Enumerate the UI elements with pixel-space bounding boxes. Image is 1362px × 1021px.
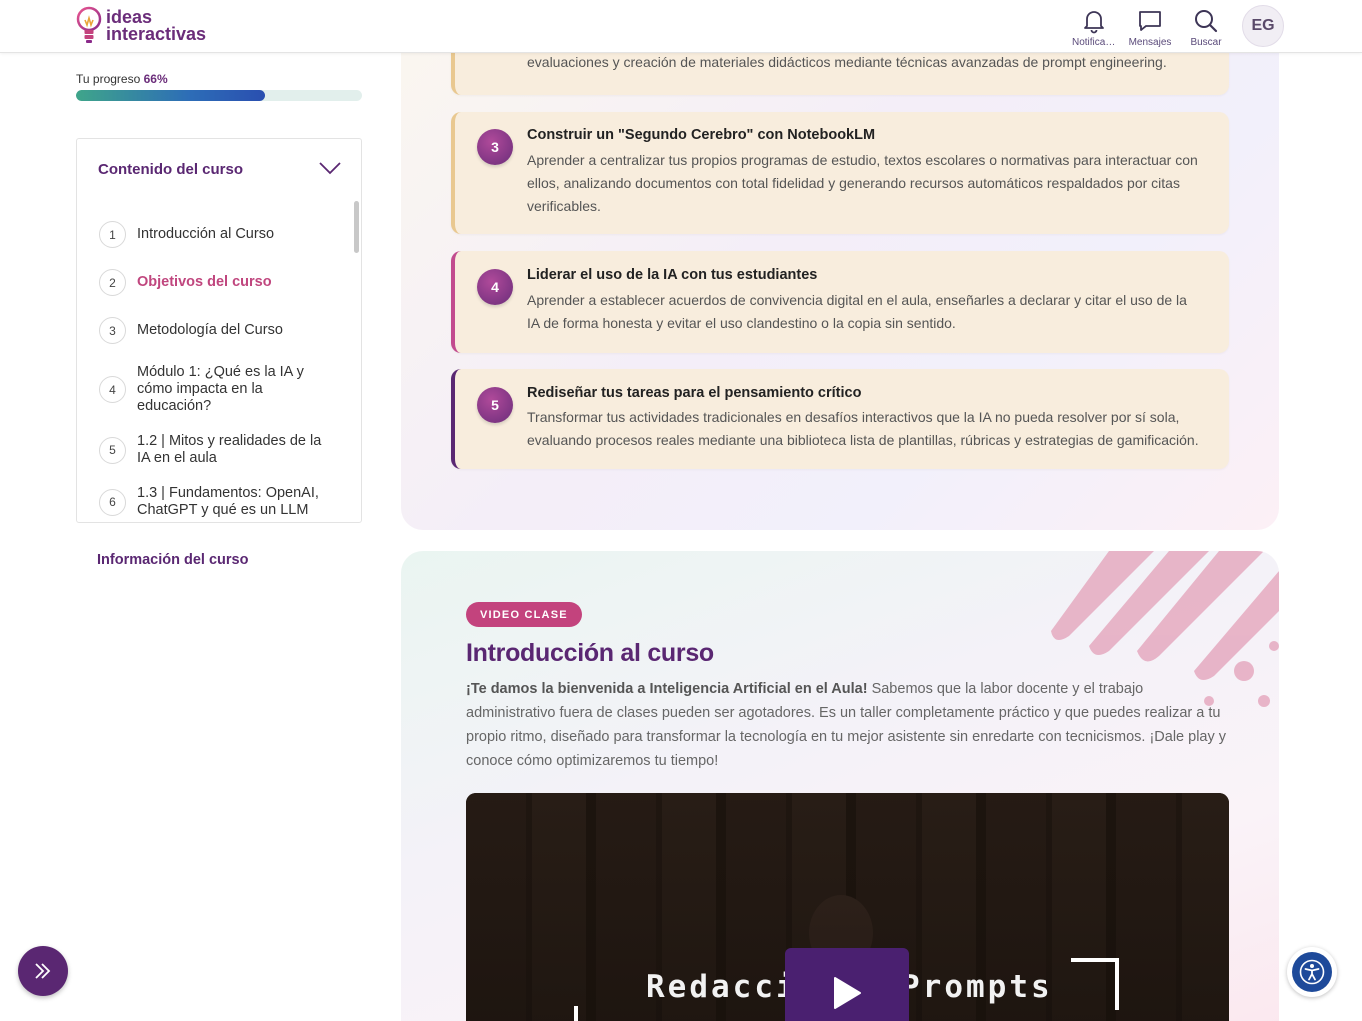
- course-content-heading[interactable]: Contenido del curso: [98, 161, 243, 178]
- video-title-text-right: Prompts: [901, 969, 1053, 1005]
- accessibility-icon: [1299, 959, 1325, 985]
- toc-item-4[interactable]: 4 Módulo 1: ¿Qué es la IA y cómo impacta…: [99, 364, 329, 415]
- expand-sidebar-button[interactable]: [18, 946, 68, 996]
- progress-label: Tu progreso 66%: [76, 72, 168, 86]
- toc-item-label: Metodología del Curso: [137, 322, 283, 338]
- user-avatar[interactable]: EG: [1242, 5, 1284, 47]
- objective-title: Rediseñar tus tareas para el pensamiento…: [527, 385, 862, 401]
- toc-item-number: 2: [99, 269, 126, 296]
- course-content-panel: Contenido del curso 1 Introducción al Cu…: [76, 138, 362, 523]
- toc-item-label: Módulo 1: ¿Qué es la IA y cómo impacta e…: [137, 364, 304, 414]
- toc-item-number: 5: [99, 436, 126, 464]
- objective-desc: Aprender a establecer acuerdos de conviv…: [527, 292, 1187, 331]
- objective-card-3: 3 Construir un "Segundo Cerebro" con Not…: [451, 112, 1229, 234]
- search-label: Buscar: [1190, 37, 1222, 48]
- progress-percent: 66%: [143, 72, 168, 86]
- logo-line-2: interactivas: [106, 24, 207, 44]
- progress-label-text: Tu progreso: [76, 72, 141, 86]
- header-actions: Notificaciones Mensajes Buscar EG: [1064, 5, 1284, 48]
- objective-desc: evaluaciones y creación de materiales di…: [527, 54, 1167, 70]
- video-class-badge: VIDEO CLASE: [466, 602, 582, 627]
- video-title-text-left: Redacci: [646, 969, 798, 1005]
- toc-scrollbar[interactable]: [354, 201, 359, 253]
- objective-desc: Transformar tus actividades tradicionale…: [527, 409, 1199, 448]
- toc-item-2[interactable]: 2 Objetivos del curso: [99, 269, 329, 296]
- bell-icon: [1084, 11, 1104, 34]
- toc-item-1[interactable]: 1 Introducción al Curso: [99, 221, 329, 248]
- chevron-down-icon[interactable]: [319, 161, 341, 175]
- messages-button[interactable]: Mensajes: [1124, 6, 1176, 48]
- video-player[interactable]: Redacci Prompts: [466, 793, 1229, 1021]
- toc-item-5[interactable]: 5 1.2 | Mitos y realidades de la IA en e…: [99, 433, 329, 467]
- intro-bold: ¡Te damos la bienvenida a Inteligencia A…: [466, 681, 868, 697]
- search-button[interactable]: Buscar: [1180, 6, 1232, 48]
- objective-card-5: 5 Rediseñar tus tareas para el pensamien…: [451, 369, 1229, 469]
- lightbulb-icon: [76, 6, 102, 46]
- video-graphic-line: [574, 1006, 578, 1021]
- video-class-panel: VIDEO CLASE Introducción al curso ¡Te da…: [401, 551, 1279, 1021]
- notifications-label: Notificaciones: [1072, 37, 1116, 48]
- play-button[interactable]: [785, 948, 909, 1021]
- toc-item-label: Objetivos del curso: [137, 274, 272, 290]
- top-header: ideas interactivas Notificaciones Mensaj…: [0, 0, 1362, 53]
- intro-paragraph: ¡Te damos la bienvenida a Inteligencia A…: [466, 677, 1236, 773]
- toc-item-label: 1.3 | Fundamentos: OpenAI, ChatGPT y qué…: [137, 485, 319, 518]
- chat-bubble-icon: [1139, 11, 1161, 31]
- toc-item-number: 4: [99, 376, 126, 403]
- objective-title: Construir un "Segundo Cerebro" con Noteb…: [527, 127, 876, 143]
- toc-item-number: 1: [99, 221, 126, 248]
- toc-item-number: 6: [99, 488, 126, 516]
- video-graphic-bracket: [1071, 958, 1119, 1010]
- progress-bar-fill: [76, 90, 265, 101]
- search-icon: [1195, 10, 1218, 33]
- messages-label: Mensajes: [1128, 37, 1172, 48]
- site-logo[interactable]: ideas interactivas: [76, 6, 206, 46]
- objective-title: Liderar el uso de la IA con tus estudian…: [527, 267, 818, 283]
- toc-item-label: 1.2 | Mitos y realidades de la IA en el …: [137, 433, 322, 466]
- objective-number: 4: [477, 269, 513, 305]
- section-title: Introducción al curso: [466, 639, 714, 667]
- accessibility-button[interactable]: [1287, 947, 1337, 997]
- objectives-panel: evaluaciones y creación de materiales di…: [401, 0, 1279, 530]
- toc-item-6[interactable]: 6 1.3 | Fundamentos: OpenAI, ChatGPT y q…: [99, 485, 329, 519]
- course-info-link[interactable]: Información del curso: [97, 552, 248, 568]
- objective-desc: Aprender a centralizar tus propios progr…: [527, 152, 1198, 214]
- objective-card-4: 4 Liderar el uso de la IA con tus estudi…: [451, 251, 1229, 353]
- toc-item-label: Introducción al Curso: [137, 226, 275, 242]
- objective-number: 3: [477, 129, 513, 165]
- notifications-button[interactable]: Notificaciones: [1068, 6, 1120, 48]
- accessibility-icon-wrap: [1292, 952, 1332, 992]
- objective-number: 5: [477, 387, 513, 423]
- toc-item-3[interactable]: 3 Metodología del Curso: [99, 317, 329, 344]
- logo-wordmark: ideas interactivas: [106, 8, 207, 44]
- progress-bar: [76, 90, 362, 101]
- toc-item-number: 3: [99, 317, 126, 344]
- play-icon: [834, 977, 861, 1009]
- double-chevron-right-icon: [35, 963, 51, 979]
